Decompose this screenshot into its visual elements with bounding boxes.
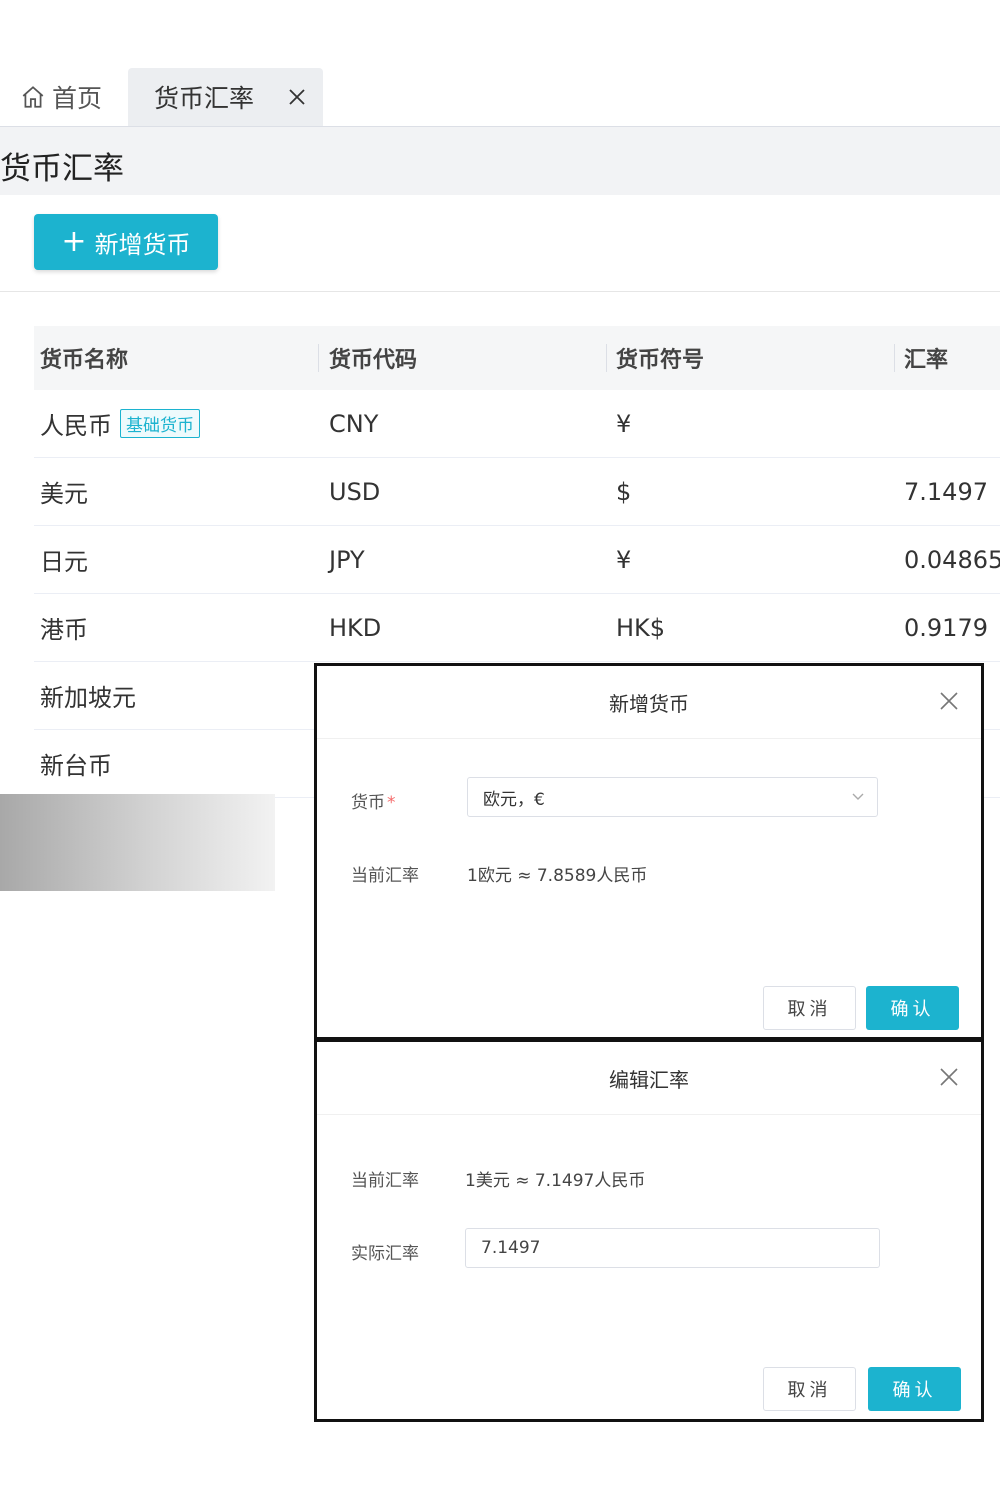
current-rate-text: 1美元 ≈ 7.1497人民币 [465,1171,646,1191]
cell-symbol: $ [616,477,632,506]
add-currency-dialog: 新增货币 货币 * 欧元，€ 当前汇率 1欧元 ≈ 7.8589人民币 取消 确认 [314,663,984,1040]
cell-name: 日元 [40,548,88,576]
close-icon[interactable] [939,1067,959,1087]
actual-rate-input[interactable] [465,1228,880,1268]
actual-rate-label: 实际汇率 [351,1244,419,1264]
cell-name: 新台币 [40,752,112,780]
current-rate-text: 1欧元 ≈ 7.8589人民币 [467,866,648,886]
cell-name: 新加坡元 [40,684,136,712]
currency-field-label: 货币 * [351,788,396,813]
divider [0,291,1000,292]
table-row[interactable]: 港币 HKD HK$ 0.9179 [34,594,1000,662]
plus-icon: + [61,224,87,259]
cell-name: 港币 [40,616,88,644]
cell-symbol: ¥ [616,409,632,438]
tab-currency-rate-label: 货币汇率 [154,84,255,113]
page-header: 货币汇率 [0,127,1000,195]
cell-symbol: ¥ [616,545,632,574]
dialog-title: 编辑汇率 [317,1042,981,1115]
edit-rate-dialog: 编辑汇率 当前汇率 1美元 ≈ 7.1497人民币 实际汇率 取消 确认 [314,1039,984,1422]
cell-code: USD [329,477,381,506]
cell-symbol: HK$ [616,613,666,642]
header-currency-name: 货币名称 [40,348,129,373]
column-divider [606,344,607,372]
tab-bar: 首页 货币汇率 [0,68,1000,127]
cell-rate: 0.9179 [904,613,988,642]
confirm-button[interactable]: 确认 [866,986,959,1030]
table-row[interactable]: 日元 JPY ¥ 0.04865 [34,526,1000,594]
table-row[interactable]: 人民币 基础货币 CNY ¥ [34,390,1000,458]
add-currency-button[interactable]: + 新增货币 [34,214,218,270]
cancel-button[interactable]: 取消 [763,986,856,1030]
header-rate: 汇率 [904,348,949,373]
cell-code: HKD [329,613,382,642]
cancel-button[interactable]: 取消 [763,1367,856,1411]
cell-code: JPY [329,545,365,574]
tab-home-label: 首页 [52,84,103,113]
chevron-down-icon [852,793,864,800]
confirm-button[interactable]: 确认 [868,1367,961,1411]
currency-name: 人民币 [40,412,112,440]
close-icon[interactable] [285,85,309,109]
cell-rate: 7.1497 [904,477,988,506]
header-currency-code: 货币代码 [329,348,418,373]
column-divider [318,344,319,372]
close-icon[interactable] [939,691,959,711]
table-header: 货币名称 货币代码 货币符号 汇率 [34,326,1000,390]
base-currency-badge: 基础货币 [120,409,200,438]
tab-home[interactable]: 首页 [20,68,102,126]
current-rate-label: 当前汇率 [351,1171,419,1191]
cell-rate: 0.04865 [904,545,1000,574]
currency-label-text: 货币 [351,793,385,813]
add-currency-label: 新增货币 [94,230,191,259]
column-divider [894,344,895,372]
current-rate-label: 当前汇率 [351,866,419,886]
tab-currency-rate[interactable]: 货币汇率 [128,68,323,126]
decorative-blur [0,794,275,891]
table-row[interactable]: 美元 USD $ 7.1497 [34,458,1000,526]
cell-name: 美元 [40,480,88,508]
currency-select-value: 欧元，€ [483,789,545,810]
page-title: 货币汇率 [0,151,124,187]
currency-select[interactable]: 欧元，€ [467,777,878,817]
cell-name: 人民币 基础货币 [40,390,200,457]
required-mark: * [387,793,396,813]
header-currency-symbol: 货币符号 [616,348,705,373]
home-icon [22,86,44,108]
dialog-title: 新增货币 [317,666,981,739]
cell-code: CNY [329,409,379,438]
